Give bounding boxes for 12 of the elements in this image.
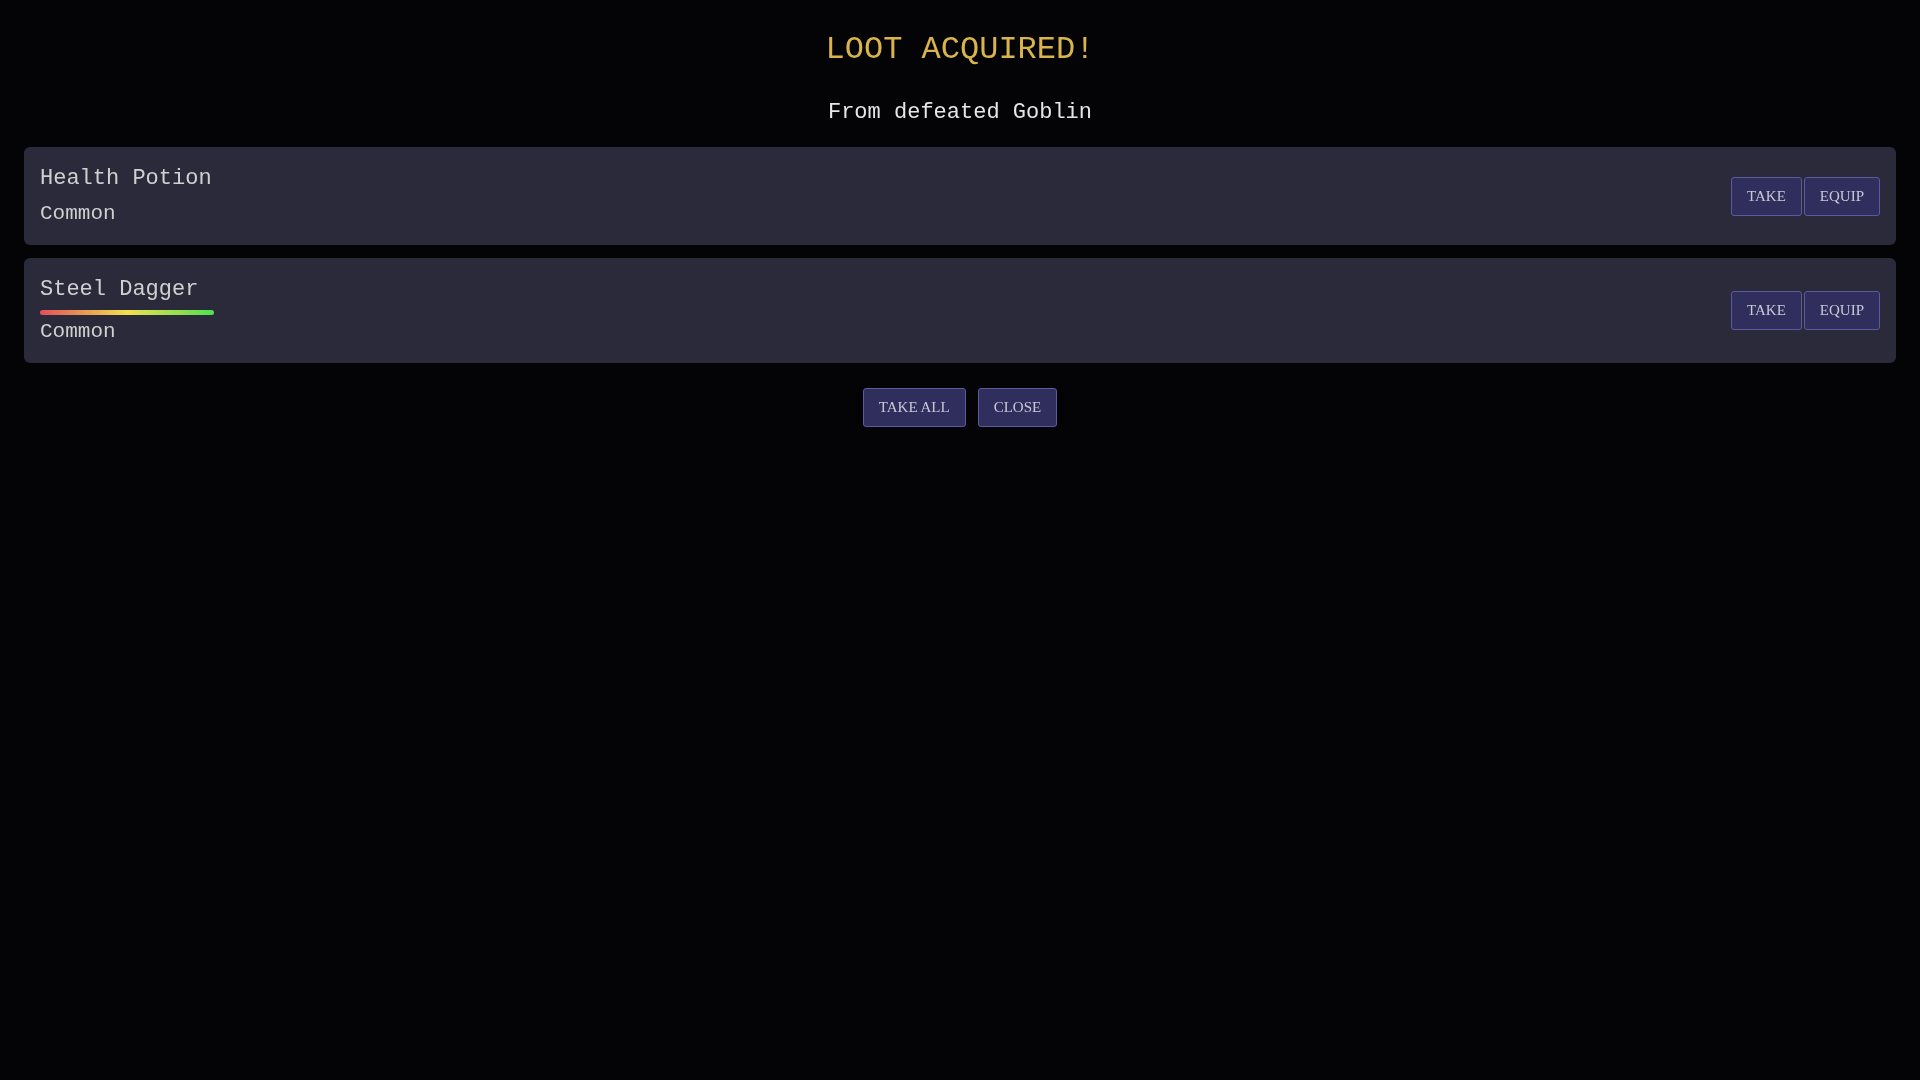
item-action-button[interactable]: EQUIP <box>1803 291 1880 330</box>
item-action-button[interactable]: TAKE <box>1731 291 1802 330</box>
loot-action-button[interactable]: TAKE ALL <box>862 388 966 427</box>
loot-action-button[interactable]: CLOSE <box>977 388 1058 427</box>
item-name: Health Potion <box>40 165 212 193</box>
loot-title: LOOT ACQUIRED! <box>825 30 1095 70</box>
item-action-button[interactable]: TAKE <box>1731 176 1802 216</box>
item-action-button[interactable]: EQUIP <box>1803 176 1880 216</box>
loot-source: From defeated Goblin <box>827 99 1092 127</box>
item-name: Steel Dagger <box>40 276 199 304</box>
item-rarity: Common <box>40 201 116 227</box>
item-rarity: Common <box>40 319 116 345</box>
